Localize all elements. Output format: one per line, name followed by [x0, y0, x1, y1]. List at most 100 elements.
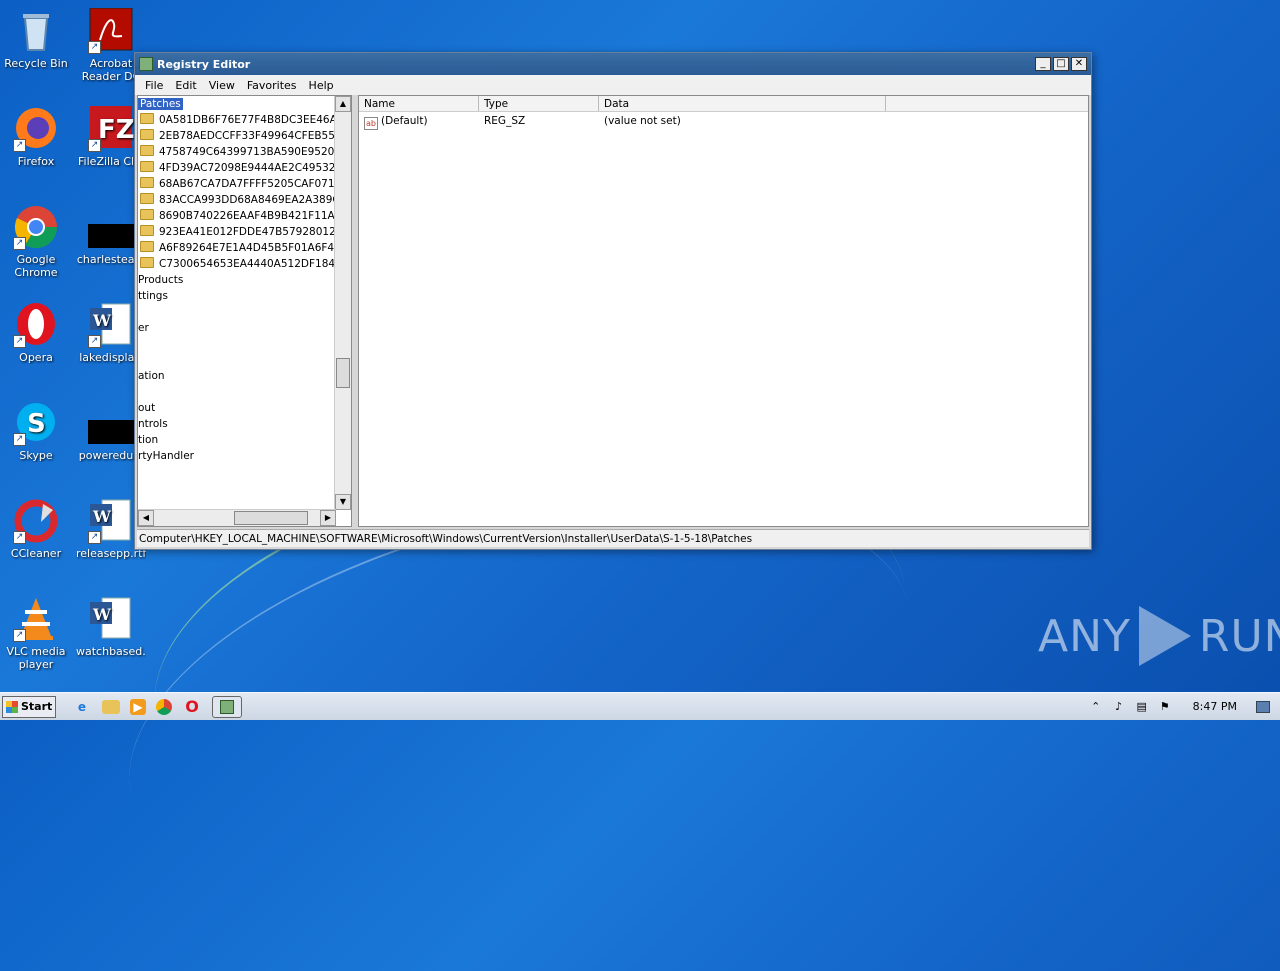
vlc-icon: ↗ — [13, 596, 59, 642]
acrobat-icon: ↗ — [88, 7, 134, 54]
tree-item[interactable] — [138, 352, 334, 368]
shortcut-arrow-icon: ↗ — [13, 629, 26, 642]
desktop-icon-chrome[interactable]: ↗ Google Chrome — [1, 204, 71, 279]
tree-item[interactable]: 0A581DB6F76E77F4B8DC3EE46AEA( — [138, 112, 334, 128]
tree-item[interactable] — [138, 384, 334, 400]
desktop-icon-recycle-bin[interactable]: Recycle Bin — [1, 8, 71, 70]
word-document-icon: W ↗ — [88, 498, 134, 544]
tree-item[interactable]: A6F89264E7E1A4D45B5F01A6F4E0l — [138, 240, 334, 256]
close-button[interactable]: ✕ — [1071, 57, 1087, 71]
shortcut-arrow-icon: ↗ — [13, 433, 26, 446]
folder-icon — [140, 241, 154, 252]
title-bar[interactable]: Registry Editor _ □ ✕ — [135, 53, 1091, 75]
maximize-button[interactable]: □ — [1053, 57, 1069, 71]
desktop-icon-vlc[interactable]: ↗ VLC media player — [1, 596, 71, 671]
tree-item[interactable]: 4758749C64399713BA590E9520B4E — [138, 144, 334, 160]
desktop-icon-skype[interactable]: S ↗ Skype — [1, 400, 71, 462]
redacted-file-icon — [88, 204, 136, 250]
shortcut-arrow-icon: ↗ — [13, 531, 26, 544]
menu-help[interactable]: Help — [309, 79, 334, 92]
tree-item[interactable]: 8690B740226EAAF4B9B421F11A90L — [138, 208, 334, 224]
scroll-down-button[interactable]: ▼ — [335, 494, 351, 510]
shortcut-arrow-icon: ↗ — [88, 41, 101, 54]
menu-view[interactable]: View — [209, 79, 235, 92]
regedit-taskbar-button[interactable] — [212, 695, 242, 718]
key-tree-pane[interactable]: Patches 0A581DB6F76E77F4B8DC3EE46AEA( 2E… — [137, 95, 352, 527]
filezilla-icon: FZ ↗ — [88, 106, 135, 152]
folder-icon — [140, 161, 154, 172]
desktop-icon-firefox[interactable]: ↗ Firefox — [1, 106, 71, 168]
registry-editor-window[interactable]: Registry Editor _ □ ✕ File Edit View Fav… — [134, 52, 1092, 550]
firefox-icon: ↗ — [13, 106, 59, 152]
folder-icon — [140, 209, 154, 220]
internet-explorer-icon[interactable]: e — [72, 697, 92, 717]
scroll-right-button[interactable]: ▶ — [320, 510, 336, 526]
tree-item[interactable]: C7300654653EA4440A512DF184D7( — [138, 256, 334, 272]
scroll-up-button[interactable]: ▲ — [335, 96, 351, 112]
tree-item[interactable]: 83ACCA993DD68A8469EA2A389C57 — [138, 192, 334, 208]
tree-item[interactable] — [138, 304, 334, 320]
action-center-flag-icon[interactable]: ⚑ — [1158, 700, 1172, 714]
tree-item[interactable]: ttings — [138, 288, 334, 304]
clock[interactable]: 8:47 PM — [1193, 700, 1237, 713]
shortcut-arrow-icon: ↗ — [88, 531, 101, 544]
tree-item[interactable]: Products — [138, 272, 334, 288]
tree-item[interactable]: 4FD39AC72098E9444AE2C49532FCI — [138, 160, 334, 176]
shortcut-arrow-icon: ↗ — [13, 335, 26, 348]
opera-taskbar-icon[interactable]: O — [182, 697, 202, 717]
value-row[interactable]: ab (Default) REG_SZ (value not set) — [359, 112, 1088, 130]
tree-item[interactable]: out — [138, 400, 334, 416]
svg-text:S: S — [27, 409, 46, 439]
menu-bar: File Edit View Favorites Help — [135, 75, 1091, 95]
chrome-taskbar-icon[interactable] — [156, 698, 172, 715]
windows-logo-icon — [6, 700, 18, 713]
tree-item[interactable]: er — [138, 320, 334, 336]
tree-horizontal-scrollbar[interactable]: ◀ ▶ — [138, 509, 336, 526]
column-name[interactable]: Name — [359, 96, 479, 111]
media-player-icon[interactable]: ▶ — [130, 698, 146, 715]
tree-item[interactable] — [138, 336, 334, 352]
recycle-bin-icon — [13, 8, 59, 54]
tree-item[interactable]: ntrols — [138, 416, 334, 432]
start-button[interactable]: Start — [2, 695, 56, 718]
tree-item[interactable]: ation — [138, 368, 334, 384]
scroll-left-button[interactable]: ◀ — [138, 510, 154, 526]
desktop-icon-watchbased[interactable]: W watchbased... — [76, 596, 146, 658]
menu-file[interactable]: File — [145, 79, 163, 92]
word-document-icon: W — [88, 596, 134, 642]
status-bar-path: Computer\HKEY_LOCAL_MACHINE\SOFTWARE\Mic… — [137, 529, 1089, 547]
tree-vertical-scrollbar[interactable]: ▲ ▼ — [334, 96, 351, 510]
show-hidden-icons-chevron-icon[interactable]: ⌃ — [1089, 700, 1103, 714]
desktop-icon-ccleaner[interactable]: ↗ CCleaner — [1, 498, 71, 560]
scroll-thumb[interactable] — [234, 511, 308, 525]
menu-favorites[interactable]: Favorites — [247, 79, 297, 92]
tree-item-selected[interactable]: Patches — [138, 98, 183, 110]
values-list-pane[interactable]: Name Type Data ab (Default) REG_SZ (value… — [358, 95, 1089, 527]
column-data[interactable]: Data — [599, 96, 886, 111]
folder-icon — [140, 113, 154, 124]
redacted-file-icon — [88, 400, 136, 446]
tree-item[interactable]: rtyHandler — [138, 448, 334, 464]
tree-item[interactable]: 923EA41E012FDDE47B579280126C( — [138, 224, 334, 240]
volume-icon[interactable]: ♪ — [1112, 700, 1126, 714]
folder-icon — [140, 145, 154, 156]
minimize-button[interactable]: _ — [1035, 57, 1051, 71]
ccleaner-icon: ↗ — [13, 498, 59, 544]
column-type[interactable]: Type — [479, 96, 599, 111]
tree-item[interactable]: tion — [138, 432, 334, 448]
svg-text:W: W — [92, 311, 112, 330]
scroll-thumb[interactable] — [336, 358, 350, 388]
show-desktop-button[interactable] — [1256, 700, 1270, 713]
desktop-icon-opera[interactable]: ↗ Opera — [1, 302, 71, 364]
shortcut-arrow-icon: ↗ — [88, 335, 101, 348]
network-icon[interactable]: ▤ — [1135, 700, 1149, 714]
explorer-folder-icon[interactable] — [102, 699, 120, 714]
menu-edit[interactable]: Edit — [175, 79, 196, 92]
folder-icon — [140, 177, 154, 188]
svg-text:FZ: FZ — [98, 115, 134, 145]
play-triangle-icon — [1138, 606, 1191, 666]
tree-item[interactable]: 68AB67CA7DA7FFFF5205CAF071E4 — [138, 176, 334, 192]
tree-item[interactable]: 2EB78AEDCCFF33F49964CFEB551A' — [138, 128, 334, 144]
system-tray: ⌃ ♪ ▤ ⚑ 8:47 PM — [1089, 700, 1280, 714]
window-title: Registry Editor — [157, 57, 251, 71]
